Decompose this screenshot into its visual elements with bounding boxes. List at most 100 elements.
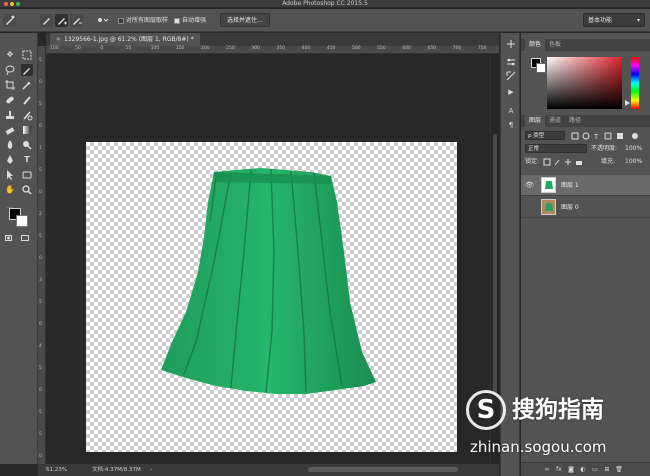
layer-name[interactable]: 图层 1 xyxy=(561,175,579,196)
workspace-select[interactable]: 基本功能 ▾ xyxy=(583,13,645,27)
stamp-icon[interactable] xyxy=(4,109,16,121)
visibility-off-icon[interactable] xyxy=(525,203,533,211)
gradient-icon[interactable] xyxy=(21,124,33,136)
tools-panel: ✥ T ✋ … xyxy=(0,33,38,464)
sample-all-layers-box[interactable] xyxy=(118,17,124,24)
path-select-icon[interactable] xyxy=(4,169,16,181)
select-and-mask-button[interactable]: 选择并遮住... xyxy=(220,13,270,27)
lasso-icon[interactable] xyxy=(4,64,16,76)
crop-icon[interactable] xyxy=(4,79,16,91)
horizontal-scroll-thumb[interactable] xyxy=(308,467,458,472)
healing-icon[interactable] xyxy=(4,94,16,106)
tab-swatches[interactable]: 色板 xyxy=(545,39,565,51)
layer-mask-icon[interactable]: ◙ xyxy=(567,466,575,474)
pen-icon[interactable] xyxy=(4,154,16,166)
ruler-v-label: 3 xyxy=(39,278,42,283)
lock-icons[interactable] xyxy=(543,158,583,166)
ruler-v-label: 0 xyxy=(39,322,42,327)
layer-row-1[interactable]: 👁 图层 1 xyxy=(521,175,650,196)
delete-layer-icon[interactable]: 🗑 xyxy=(615,466,623,474)
ruler-v-label: 1 xyxy=(39,146,42,151)
quick-mask-icon[interactable] xyxy=(5,235,12,241)
fill-value[interactable]: 100% xyxy=(625,156,642,167)
new-group-icon[interactable]: ▭ xyxy=(591,466,599,474)
layer-filter-row: ρ 类型 T xyxy=(521,130,650,141)
background-swatch[interactable] xyxy=(536,63,546,73)
history-brush-icon[interactable] xyxy=(21,109,33,121)
type-icon[interactable]: T xyxy=(21,154,33,166)
hand-icon[interactable]: ✋ xyxy=(4,184,16,196)
adjustments-panel-icon[interactable] xyxy=(506,71,516,81)
eyedropper-icon[interactable] xyxy=(21,79,33,91)
svg-text:T: T xyxy=(593,133,599,140)
subtract-selection-brush-icon[interactable] xyxy=(70,14,83,27)
ruler-h-label: 50 xyxy=(75,46,81,51)
actions-panel-icon[interactable]: ▶ xyxy=(506,87,516,97)
zoom-level[interactable]: 61.23% xyxy=(46,464,67,476)
ruler-h-label: 250 xyxy=(226,46,235,51)
tool-preset-icon[interactable] xyxy=(3,14,16,27)
hue-slider[interactable] xyxy=(631,57,639,109)
auto-enhance-checkbox[interactable]: 自动增强 xyxy=(174,14,206,27)
quick-select-icon[interactable] xyxy=(21,64,33,76)
opacity-value[interactable]: 100% xyxy=(625,143,642,154)
color-panel-tabs: 颜色 色板 xyxy=(521,39,650,51)
auto-enhance-box[interactable] xyxy=(174,17,180,24)
history-panel-icon[interactable] xyxy=(506,39,516,49)
document-canvas[interactable] xyxy=(86,142,457,452)
paragraph-panel-icon[interactable]: ¶ xyxy=(506,120,516,130)
tab-paths[interactable]: 路径 xyxy=(565,115,585,127)
tab-color[interactable]: 颜色 xyxy=(525,39,546,51)
ruler-v-label: 5 xyxy=(39,410,42,415)
layer-style-icon[interactable]: fx xyxy=(555,466,563,474)
document-tab-label: 1329566-1.jpg @ 61.2% (图层 1, RGB/8#) * xyxy=(64,36,194,43)
brush-icon[interactable] xyxy=(21,94,33,106)
new-selection-brush-icon[interactable] xyxy=(40,14,53,27)
ruler-v-label: 5 xyxy=(39,300,42,305)
move-icon[interactable]: ✥ xyxy=(4,49,16,61)
add-to-selection-brush-icon[interactable] xyxy=(55,14,68,27)
blur-icon[interactable] xyxy=(4,139,16,151)
character-panel-icon[interactable]: A xyxy=(506,106,516,116)
adjustment-layer-icon[interactable]: ◐ xyxy=(579,466,587,474)
chevron-right-icon[interactable]: › xyxy=(150,464,152,476)
sample-all-layers-checkbox[interactable]: 对所有图层取样 xyxy=(118,14,168,27)
tab-layers[interactable]: 图层 xyxy=(525,115,546,127)
ruler-v-label: 0 xyxy=(39,388,42,393)
marquee-icon[interactable] xyxy=(21,49,33,61)
link-layers-icon[interactable]: ∞ xyxy=(543,466,551,474)
ruler-h-label: 500 xyxy=(352,46,361,51)
layer-name[interactable]: 图层 0 xyxy=(561,197,579,218)
ruler-h-label: 300 xyxy=(251,46,260,51)
ruler-h-label: 350 xyxy=(276,46,286,51)
layers-panel-tabs: 图层 通道 路径 xyxy=(521,115,650,127)
hue-slider-marker[interactable] xyxy=(625,100,630,106)
layer-filter-select[interactable]: ρ 类型 xyxy=(525,131,565,140)
visibility-eye-icon[interactable]: 👁 xyxy=(525,181,534,189)
color-picker-field[interactable] xyxy=(547,57,622,109)
horizontal-ruler: 100 50 0 50 100 150 200 250 300 350 400 450 500 550 60… xyxy=(46,46,499,54)
close-document-icon[interactable]: ✕ xyxy=(56,36,61,43)
eraser-icon[interactable] xyxy=(4,124,16,136)
zoom-icon[interactable] xyxy=(21,184,33,196)
skirt-image xyxy=(161,168,376,394)
opacity-label: 不透明度: xyxy=(591,145,618,152)
new-layer-icon[interactable]: ⊞ xyxy=(603,466,611,474)
ruler-v-label: 4 xyxy=(39,344,42,349)
document-info[interactable]: 文档:4.37M/8.37M xyxy=(92,464,141,476)
document-tab[interactable]: ✕ 1329566-1.jpg @ 61.2% (图层 1, RGB/8#) * xyxy=(50,33,200,46)
screen-mode-icon[interactable] xyxy=(21,235,29,241)
layer-row-0[interactable]: 图层 0 xyxy=(521,197,650,218)
brush-size-picker-icon[interactable] xyxy=(95,14,109,27)
sogou-brand-text: 搜狗指南 xyxy=(512,397,604,423)
layer-filter-icons[interactable]: T xyxy=(571,132,641,140)
shape-icon[interactable] xyxy=(21,169,33,181)
vertical-scroll-thumb[interactable] xyxy=(493,134,497,394)
background-color-swatch[interactable] xyxy=(16,215,28,227)
ruler-h-label: 50 xyxy=(125,46,132,51)
properties-panel-icon[interactable] xyxy=(506,57,516,67)
status-bar: 61.23% 文档:4.37M/8.37M › xyxy=(38,464,499,476)
dodge-icon[interactable] xyxy=(21,139,33,151)
tab-channels[interactable]: 通道 xyxy=(545,115,565,127)
blend-mode-select[interactable]: 正常 xyxy=(525,144,587,153)
